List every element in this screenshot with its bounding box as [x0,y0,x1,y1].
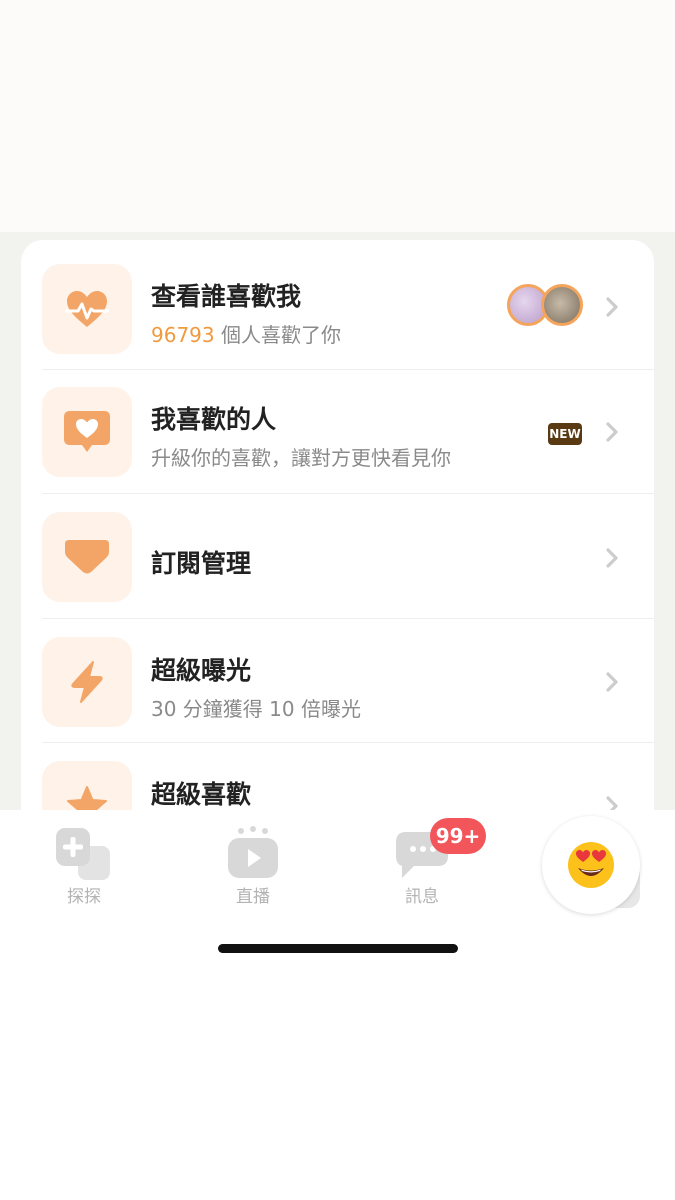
heart-pulse-icon-box [42,264,132,354]
menu-item-super-boost[interactable]: 超級曝光 30 分鐘獲得 10 倍曝光 [21,619,654,743]
tab-explore[interactable]: 探探 [39,810,129,920]
likes-suffix: 個人喜歡了你 [220,323,341,347]
lightning-icon [71,661,103,703]
chevron-right-icon [606,422,618,442]
top-blank-area [0,0,675,232]
tab-label: 探探 [67,887,101,907]
menu-item-title: 超級喜歡 [151,780,252,809]
chevron-right-icon [606,548,618,568]
menu-item-title: 我喜歡的人 [151,405,277,434]
avatar [541,284,583,326]
menu-item-subtitle: 30 分鐘獲得 10 倍曝光 [151,697,361,721]
menu-item-subscription[interactable]: 訂閱管理 [21,494,654,618]
menu-item-title: 訂閱管理 [151,549,252,578]
tv-play-icon [228,826,278,878]
tab-label: 直播 [236,887,270,907]
menu-item-title: 超級曝光 [151,656,252,685]
heart-message-icon [64,411,110,452]
heart-pulse-icon [65,291,109,327]
menu-item-title: 查看誰喜歡我 [151,282,302,311]
tab-live[interactable]: 直播 [208,810,298,920]
lightning-icon-box [42,637,132,727]
diamond-icon [65,540,109,574]
likes-count: 96793 [151,323,215,347]
menu-item-who-likes-me[interactable]: 查看誰喜歡我 96793 個人喜歡了你 [21,240,654,364]
chevron-right-icon [606,297,618,317]
diamond-icon-box [42,512,132,602]
new-badge: NEW [548,423,582,445]
home-indicator [218,944,458,953]
heart-eyes-emoji-icon [568,842,614,888]
liker-avatars [507,284,587,326]
chevron-right-icon [606,672,618,692]
menu-card: 查看誰喜歡我 96793 個人喜歡了你 我喜歡的人 升級你的喜歡，讓對方更快看見… [21,240,654,880]
message-count-badge: 99+ [430,818,486,854]
cards-icon [56,828,110,880]
menu-item-subtitle: 96793 個人喜歡了你 [151,319,341,348]
tab-label: 訊息 [405,887,439,907]
heart-message-icon-box [42,387,132,477]
tab-profile-button[interactable] [542,816,640,914]
menu-item-subtitle: 升級你的喜歡，讓對方更快看見你 [151,446,451,470]
